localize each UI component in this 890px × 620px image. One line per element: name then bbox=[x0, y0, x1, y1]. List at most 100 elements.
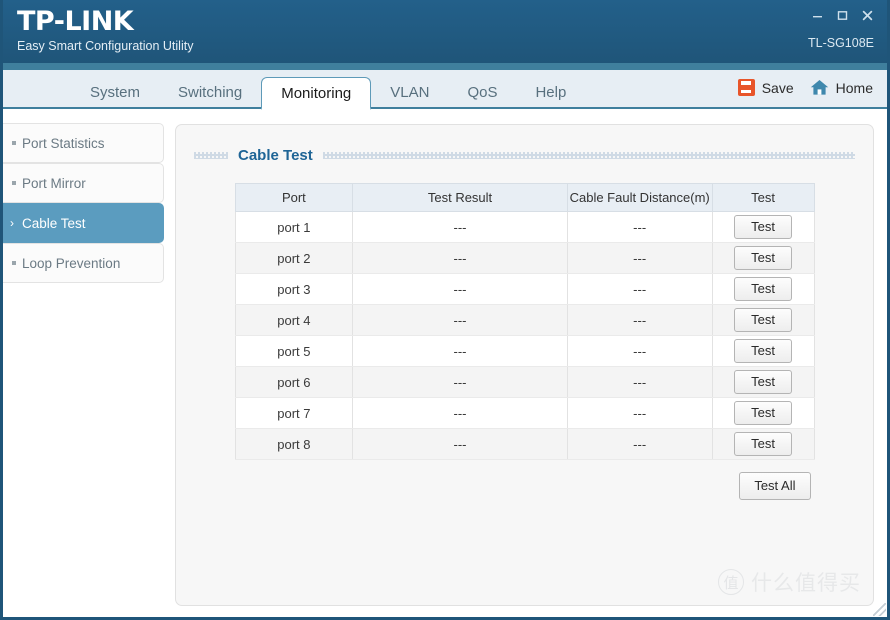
sidebar: Port Statistics Port Mirror › Cable Test… bbox=[3, 123, 164, 283]
cell-action: Test bbox=[711, 335, 815, 367]
tab-switching[interactable]: Switching bbox=[159, 77, 261, 108]
table-row: port 6 --- --- Test bbox=[234, 366, 815, 398]
resize-grip[interactable] bbox=[873, 603, 886, 616]
sidebar-item-loop-prevention[interactable]: Loop Prevention bbox=[3, 243, 164, 283]
column-header-result: Test Result bbox=[352, 183, 568, 212]
test-button[interactable]: Test bbox=[734, 370, 793, 394]
bullet-icon bbox=[12, 181, 16, 185]
table-row: port 4 --- --- Test bbox=[234, 304, 815, 336]
test-button[interactable]: Test bbox=[734, 246, 793, 270]
table-row: port 1 --- --- Test bbox=[234, 211, 815, 243]
body-area: Port Statistics Port Mirror › Cable Test… bbox=[3, 109, 887, 617]
table-body: port 1 --- --- Test port 2 --- --- Test bbox=[234, 211, 815, 460]
maximize-button[interactable] bbox=[831, 6, 853, 24]
cell-distance: --- bbox=[566, 242, 713, 274]
cell-action: Test bbox=[711, 428, 815, 460]
test-button[interactable]: Test bbox=[734, 401, 793, 425]
table-header-row: Port Test Result Cable Fault Distance(m)… bbox=[234, 183, 815, 212]
table-head: Port Test Result Cable Fault Distance(m)… bbox=[234, 183, 815, 212]
close-icon bbox=[862, 10, 872, 20]
cell-distance: --- bbox=[566, 211, 713, 243]
column-header-test: Test bbox=[711, 183, 815, 212]
close-button[interactable] bbox=[856, 6, 878, 24]
cell-action: Test bbox=[711, 242, 815, 274]
page-title: Cable Test bbox=[238, 147, 313, 164]
app-window: TP-LINK Easy Smart Configuration Utility… bbox=[0, 0, 890, 620]
cell-result: --- bbox=[352, 366, 568, 398]
table-row: port 7 --- --- Test bbox=[234, 397, 815, 429]
tab-system[interactable]: System bbox=[71, 77, 159, 108]
home-label: Home bbox=[835, 79, 873, 96]
toolbar: Save Home bbox=[737, 79, 873, 96]
cell-distance: --- bbox=[566, 304, 713, 336]
save-button[interactable]: Save bbox=[737, 79, 794, 96]
home-icon bbox=[810, 80, 828, 95]
sidebar-item-label: Port Statistics bbox=[22, 135, 105, 151]
sidebar-item-port-statistics[interactable]: Port Statistics bbox=[3, 123, 164, 163]
test-button[interactable]: Test bbox=[734, 308, 793, 332]
cell-distance: --- bbox=[566, 397, 713, 429]
cell-port: port 3 bbox=[234, 273, 354, 305]
sidebar-item-port-mirror[interactable]: Port Mirror bbox=[3, 163, 164, 203]
tab-vlan[interactable]: VLAN bbox=[371, 77, 448, 108]
cell-result: --- bbox=[352, 242, 568, 274]
test-button[interactable]: Test bbox=[734, 277, 793, 301]
minimize-icon bbox=[812, 15, 822, 17]
test-all-row: Test All bbox=[235, 472, 815, 500]
title-bar: TP-LINK Easy Smart Configuration Utility… bbox=[3, 0, 887, 63]
decorative-dots-right bbox=[322, 152, 855, 159]
cell-port: port 6 bbox=[234, 366, 354, 398]
test-button[interactable]: Test bbox=[734, 432, 793, 456]
cable-test-table: Port Test Result Cable Fault Distance(m)… bbox=[234, 183, 815, 460]
brand-logo: TP-LINK bbox=[17, 6, 134, 37]
brand-subtitle: Easy Smart Configuration Utility bbox=[17, 39, 194, 53]
cell-action: Test bbox=[711, 273, 815, 305]
save-icon bbox=[737, 79, 755, 96]
cell-action: Test bbox=[711, 397, 815, 429]
tab-help[interactable]: Help bbox=[516, 77, 585, 108]
tab-qos[interactable]: QoS bbox=[448, 77, 516, 108]
chevron-right-icon: › bbox=[10, 216, 14, 230]
cell-result: --- bbox=[352, 211, 568, 243]
table-row: port 8 --- --- Test bbox=[234, 428, 815, 460]
window-controls bbox=[806, 6, 878, 24]
tab-monitoring[interactable]: Monitoring bbox=[261, 77, 372, 110]
tab-bar: System Switching Monitoring VLAN QoS Hel… bbox=[3, 68, 887, 110]
test-button[interactable]: Test bbox=[734, 215, 793, 239]
cell-result: --- bbox=[352, 304, 568, 336]
brand-block: TP-LINK Easy Smart Configuration Utility bbox=[17, 7, 193, 55]
maximize-icon bbox=[837, 10, 847, 20]
decorative-dots-left bbox=[194, 152, 228, 159]
cell-result: --- bbox=[352, 335, 568, 367]
cable-test-table-wrap: Port Test Result Cable Fault Distance(m)… bbox=[234, 183, 815, 460]
minimize-button[interactable] bbox=[806, 6, 828, 24]
cell-distance: --- bbox=[566, 335, 713, 367]
table-row: port 2 --- --- Test bbox=[234, 242, 815, 274]
cell-action: Test bbox=[711, 304, 815, 336]
sidebar-item-label: Port Mirror bbox=[22, 175, 86, 191]
watermark-mark: 值 bbox=[718, 569, 744, 595]
sidebar-item-cable-test[interactable]: › Cable Test bbox=[3, 203, 164, 243]
column-header-port: Port bbox=[234, 183, 354, 212]
cell-port: port 1 bbox=[234, 211, 354, 243]
cell-distance: --- bbox=[566, 366, 713, 398]
cell-action: Test bbox=[711, 211, 815, 243]
tab-list: System Switching Monitoring VLAN QoS Hel… bbox=[3, 68, 585, 110]
cell-port: port 7 bbox=[234, 397, 354, 429]
bullet-icon bbox=[12, 261, 16, 265]
watermark: 值 什么值得买 bbox=[718, 567, 861, 597]
bullet-icon bbox=[12, 141, 16, 145]
watermark-text: 什么值得买 bbox=[751, 571, 861, 595]
home-button[interactable]: Home bbox=[810, 79, 873, 96]
cell-result: --- bbox=[352, 428, 568, 460]
cell-port: port 2 bbox=[234, 242, 354, 274]
cell-result: --- bbox=[352, 273, 568, 305]
panel-header: Cable Test bbox=[176, 125, 873, 164]
content-panel: Cable Test Port Test Result Cable Fault … bbox=[175, 124, 874, 606]
save-label: Save bbox=[761, 79, 794, 96]
cell-port: port 4 bbox=[234, 304, 354, 336]
cell-distance: --- bbox=[566, 428, 713, 460]
cell-distance: --- bbox=[566, 273, 713, 305]
test-button[interactable]: Test bbox=[734, 339, 793, 363]
test-all-button[interactable]: Test All bbox=[739, 472, 811, 500]
